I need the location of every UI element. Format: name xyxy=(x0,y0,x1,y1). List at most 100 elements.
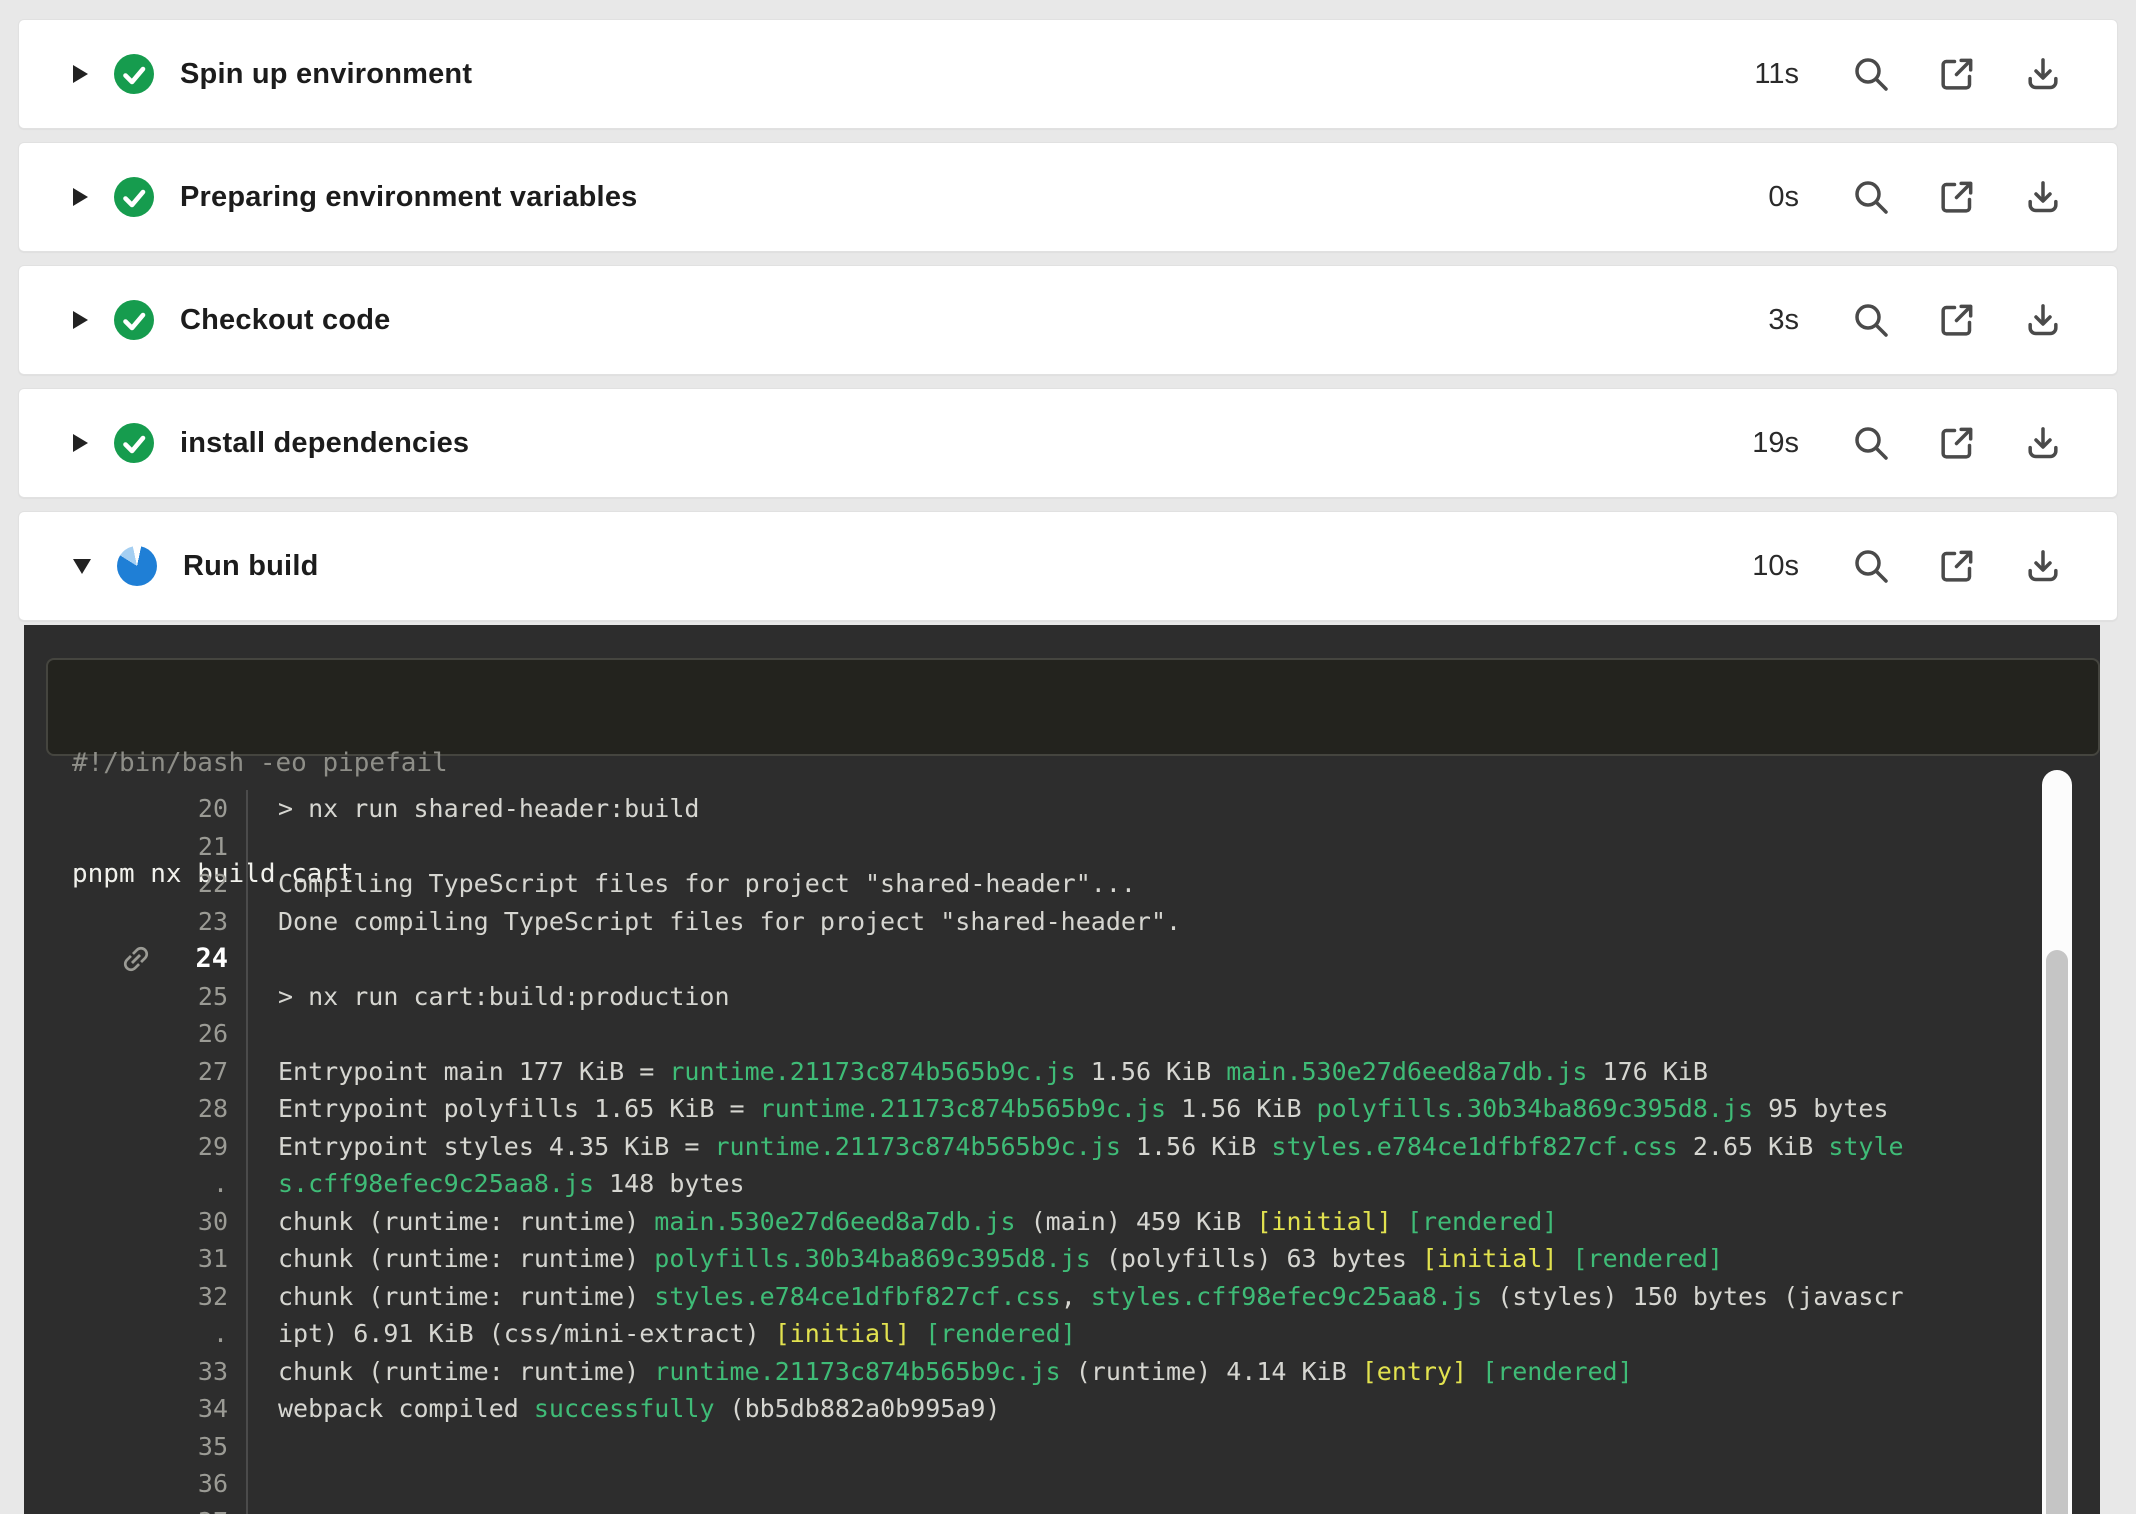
running-pie-icon xyxy=(117,546,157,586)
log-text-segment: > nx run shared-header:build xyxy=(278,794,699,823)
download-icon[interactable] xyxy=(2023,423,2063,463)
log-text-segment: > nx run cart:build:production xyxy=(278,982,730,1011)
log-text-segment: chunk (runtime: runtime) xyxy=(278,1357,654,1386)
log-text-segment xyxy=(1467,1357,1482,1386)
scrollbar-thumb[interactable] xyxy=(2046,950,2068,1514)
expand-chevron-icon[interactable] xyxy=(73,559,91,574)
expand-chevron-icon[interactable] xyxy=(73,434,88,452)
step-status-icon xyxy=(114,54,154,94)
open-in-new-icon[interactable] xyxy=(1937,300,1977,340)
step-title: Spin up environment xyxy=(180,58,1754,91)
download-icon[interactable] xyxy=(2023,300,2063,340)
log-line: 25 > nx run cart:build:production xyxy=(24,978,2064,1016)
search-icon[interactable] xyxy=(1851,300,1891,340)
line-gutter: 22 xyxy=(24,865,248,903)
line-number[interactable]: 22 xyxy=(198,869,228,898)
line-number[interactable]: 28 xyxy=(198,1094,228,1123)
open-in-new-icon[interactable] xyxy=(1937,546,1977,586)
download-icon[interactable] xyxy=(2023,546,2063,586)
step-list: Spin up environment 11s xyxy=(18,19,2118,634)
log-text-segment: Done compiling TypeScript files for proj… xyxy=(278,907,1181,936)
log-text-segment: chunk (runtime: runtime) xyxy=(278,1282,654,1311)
step-title: Preparing environment variables xyxy=(180,181,1768,214)
line-content: Entrypoint styles 4.35 KiB = runtime.211… xyxy=(248,1132,1904,1161)
line-number[interactable]: 33 xyxy=(198,1357,228,1386)
search-icon[interactable] xyxy=(1851,546,1891,586)
line-content: chunk (runtime: runtime) runtime.21173c8… xyxy=(248,1357,1633,1386)
step-title: Checkout code xyxy=(180,304,1768,337)
line-gutter: 33 xyxy=(24,1353,248,1391)
open-in-new-icon[interactable] xyxy=(1937,423,1977,463)
line-number[interactable]: 20 xyxy=(198,794,228,823)
line-number[interactable]: 25 xyxy=(198,982,228,1011)
line-gutter: 36 xyxy=(24,1465,248,1503)
line-number[interactable]: 37 xyxy=(198,1507,228,1514)
step-status-icon xyxy=(114,300,154,340)
step-row[interactable]: Run build 10s xyxy=(18,511,2118,621)
step-duration: 19s xyxy=(1752,427,1799,460)
line-number[interactable]: 23 xyxy=(198,907,228,936)
expand-chevron-icon[interactable] xyxy=(73,188,88,206)
line-content: chunk (runtime: runtime) main.530e27d6ee… xyxy=(248,1207,1557,1236)
log-text-segment: style xyxy=(1828,1132,1903,1161)
log-text-segment: webpack compiled xyxy=(278,1394,534,1423)
line-content: Entrypoint main 177 KiB = runtime.21173c… xyxy=(248,1057,1708,1086)
log-text-segment: Entrypoint styles 4.35 KiB = xyxy=(278,1132,715,1161)
step-row[interactable]: Preparing environment variables 0s xyxy=(18,142,2118,252)
expand-chevron-icon[interactable] xyxy=(73,65,88,83)
open-in-new-icon[interactable] xyxy=(1937,54,1977,94)
scrollbar[interactable] xyxy=(2042,770,2072,1514)
line-gutter: 35 xyxy=(24,1428,248,1466)
line-content: ipt) 6.91 KiB (css/mini-extract) [initia… xyxy=(248,1319,1076,1348)
line-number[interactable]: 24 xyxy=(195,943,228,974)
download-icon[interactable] xyxy=(2023,177,2063,217)
log-line: 36 xyxy=(24,1465,2064,1503)
line-number[interactable]: 30 xyxy=(198,1207,228,1236)
line-number[interactable]: . xyxy=(213,1319,228,1348)
line-number[interactable]: 31 xyxy=(198,1244,228,1273)
line-gutter: 34 xyxy=(24,1390,248,1428)
search-icon[interactable] xyxy=(1851,177,1891,217)
line-number[interactable]: 27 xyxy=(198,1057,228,1086)
log-text-segment: styles.cff98efec9c25aa8.js xyxy=(1091,1282,1482,1311)
log-line: 29 Entrypoint styles 4.35 KiB = runtime.… xyxy=(24,1128,2064,1166)
log-text-segment: runtime.21173c874b565b9c.js xyxy=(669,1057,1075,1086)
step-row[interactable]: install dependencies 19s xyxy=(18,388,2118,498)
step-row[interactable]: Checkout code 3s xyxy=(18,265,2118,375)
log-text-segment: 1.56 KiB xyxy=(1166,1094,1317,1123)
log-text-segment: (bb5db882a0b995a9) xyxy=(715,1394,1001,1423)
line-gutter: 29 xyxy=(24,1128,248,1166)
step-row[interactable]: Spin up environment 11s xyxy=(18,19,2118,129)
log-line: 20 > nx run shared-header:build xyxy=(24,790,2064,828)
log-line: 35 xyxy=(24,1428,2064,1466)
log-text-segment: styles.e784ce1dfbf827cf.css xyxy=(1271,1132,1677,1161)
line-number[interactable]: 34 xyxy=(198,1394,228,1423)
log-text-segment: polyfills.30b34ba869c395d8.js xyxy=(1317,1094,1754,1123)
log-text-segment: Entrypoint main 177 KiB = xyxy=(278,1057,669,1086)
line-content: Entrypoint polyfills 1.65 KiB = runtime.… xyxy=(248,1094,1889,1123)
log-text-segment: 1.56 KiB xyxy=(1121,1132,1272,1161)
expand-chevron-icon[interactable] xyxy=(73,311,88,329)
line-number[interactable]: . xyxy=(213,1169,228,1198)
log-text-segment: [initial] xyxy=(775,1319,910,1348)
log-text-segment: [initial] xyxy=(1422,1244,1557,1273)
line-number[interactable]: 35 xyxy=(198,1432,228,1461)
line-gutter: 27 xyxy=(24,1053,248,1091)
line-number[interactable]: 36 xyxy=(198,1469,228,1498)
line-gutter: 30 xyxy=(24,1203,248,1241)
link-icon[interactable] xyxy=(112,935,160,983)
search-icon[interactable] xyxy=(1851,54,1891,94)
search-icon[interactable] xyxy=(1851,423,1891,463)
line-number[interactable]: 32 xyxy=(198,1282,228,1311)
line-number[interactable]: 26 xyxy=(198,1019,228,1048)
log-line: 23 Done compiling TypeScript files for p… xyxy=(24,903,2064,941)
line-number[interactable]: 29 xyxy=(198,1132,228,1161)
line-number[interactable]: 21 xyxy=(198,832,228,861)
open-in-new-icon[interactable] xyxy=(1937,177,1977,217)
download-icon[interactable] xyxy=(2023,54,2063,94)
log-text-segment: [initial] xyxy=(1256,1207,1391,1236)
log-line: 31 chunk (runtime: runtime) polyfills.30… xyxy=(24,1240,2064,1278)
log-text-segment: styles.e784ce1dfbf827cf.css xyxy=(654,1282,1060,1311)
log-line: 21 xyxy=(24,828,2064,866)
line-gutter: 31 xyxy=(24,1240,248,1278)
